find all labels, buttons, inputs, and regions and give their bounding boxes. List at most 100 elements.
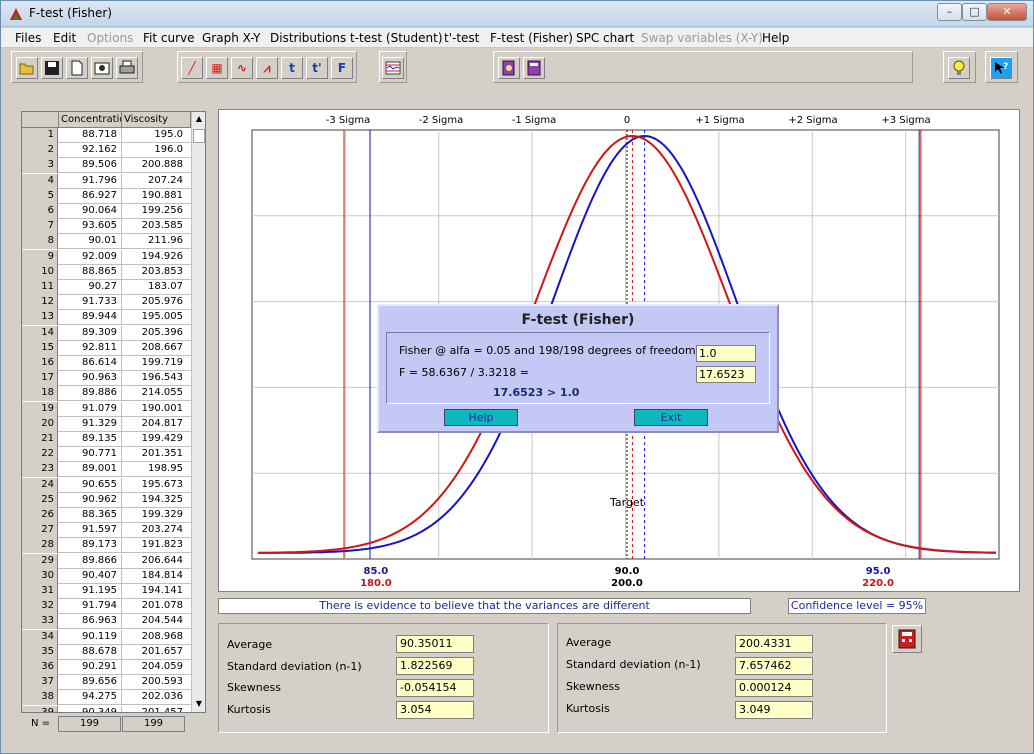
concentration-cell[interactable]: 88.718 — [59, 128, 122, 143]
table-row[interactable]: 11 90.27 183.07 — [22, 280, 192, 295]
table-row[interactable]: 18 89.886 214.055 — [22, 386, 192, 402]
concentration-cell[interactable]: 92.162 — [59, 143, 122, 159]
table-row[interactable]: 5 86.927 190.881 — [22, 188, 192, 204]
viscosity-cell[interactable]: 203.274 — [122, 523, 187, 538]
concentration-cell[interactable]: 90.27 — [59, 280, 122, 295]
concentration-cell[interactable]: 89.173 — [59, 538, 122, 554]
viscosity-cell[interactable]: 198.95 — [122, 462, 187, 477]
concentration-cell[interactable]: 91.597 — [59, 523, 122, 539]
viscosity-cell[interactable]: 196.543 — [122, 371, 187, 386]
viscosity-cell[interactable]: 199.719 — [122, 356, 187, 371]
menu-edit[interactable]: Edit — [53, 31, 76, 45]
concentration-cell[interactable]: 93.605 — [59, 219, 122, 235]
menu-spc-chart[interactable]: SPC chart — [576, 31, 634, 45]
viscosity-cell[interactable]: 196.0 — [122, 143, 187, 158]
table-row[interactable]: 4 91.796 207.24 — [22, 173, 192, 189]
table-row[interactable]: 6 90.064 199.256 — [22, 204, 192, 219]
viscosity-cell[interactable]: 201.657 — [122, 645, 187, 660]
stat-average-field[interactable]: 90.35011 — [396, 635, 474, 653]
table-row[interactable]: 24 90.655 195.673 — [22, 477, 192, 493]
viscosity-cell[interactable]: 201.457 — [122, 706, 187, 712]
concentration-cell[interactable]: 89.944 — [59, 310, 122, 326]
table-row[interactable]: 34 90.119 208.968 — [22, 629, 192, 645]
viscosity-cell[interactable]: 201.351 — [122, 447, 187, 462]
concentration-cell[interactable]: 91.079 — [59, 401, 122, 417]
table-row[interactable]: 32 91.794 201.078 — [22, 599, 192, 615]
save-image-button[interactable] — [91, 57, 113, 79]
table-row[interactable]: 19 91.079 190.001 — [22, 401, 192, 417]
viscosity-cell[interactable]: 207.24 — [122, 174, 187, 189]
fit-chart-button[interactable]: ∿ — [231, 57, 253, 79]
print-button[interactable] — [116, 57, 138, 79]
new-button[interactable] — [66, 57, 88, 79]
viscosity-cell[interactable]: 199.256 — [122, 204, 187, 219]
table-row[interactable]: 35 88.678 201.657 — [22, 644, 192, 660]
table-row[interactable]: 8 90.01 211.96 — [22, 234, 192, 250]
concentration-cell[interactable]: 88.865 — [59, 264, 122, 280]
viscosity-cell[interactable]: 191.823 — [122, 538, 187, 553]
viscosity-cell[interactable]: 183.07 — [122, 280, 187, 295]
save-button[interactable] — [41, 57, 63, 79]
minimize-button[interactable]: – — [937, 3, 962, 21]
concentration-cell[interactable]: 91.329 — [59, 416, 122, 432]
table-row[interactable]: 30 90.407 184.814 — [22, 568, 192, 584]
menu-help[interactable]: Help — [762, 31, 789, 45]
viscosity-cell[interactable]: 194.141 — [122, 584, 187, 599]
concentration-cell[interactable]: 89.001 — [59, 462, 122, 478]
f-ratio-value[interactable]: 17.6523 — [696, 366, 756, 383]
table-row[interactable]: 20 91.329 204.817 — [22, 416, 192, 432]
concentration-cell[interactable]: 89.309 — [59, 325, 122, 341]
viscosity-cell[interactable]: 205.396 — [122, 326, 187, 341]
viscosity-cell[interactable]: 211.96 — [122, 234, 187, 249]
table-row[interactable]: 28 89.173 191.823 — [22, 538, 192, 554]
viscosity-cell[interactable]: 201.078 — [122, 599, 187, 614]
stat-kurtosis-field[interactable]: 3.049 — [735, 701, 813, 719]
table-row[interactable]: 31 91.195 194.141 — [22, 584, 192, 599]
concentration-cell[interactable]: 91.796 — [59, 173, 122, 189]
context-help-button[interactable]: ? — [990, 57, 1012, 79]
concentration-cell[interactable]: 92.009 — [59, 249, 122, 265]
viscosity-cell[interactable]: 200.888 — [122, 158, 187, 173]
viscosity-cell[interactable]: 208.667 — [122, 341, 187, 356]
concentration-cell[interactable]: 90.655 — [59, 477, 122, 493]
calculator-button[interactable] — [523, 57, 545, 79]
table-row[interactable]: 15 92.811 208.667 — [22, 340, 192, 356]
open-button[interactable] — [16, 57, 38, 79]
viscosity-cell[interactable]: 199.429 — [122, 432, 187, 447]
stat-skewness-field[interactable]: -0.054154 — [396, 679, 474, 697]
concentration-cell[interactable]: 90.407 — [59, 568, 122, 584]
menu-t-test-student[interactable]: t-test (Student) — [350, 31, 443, 45]
stat-skewness-field[interactable]: 0.000124 — [735, 679, 813, 697]
distribution-button[interactable]: ⩘ — [256, 57, 278, 79]
concentration-cell[interactable]: 91.733 — [59, 295, 122, 311]
viscosity-cell[interactable]: 195.0 — [122, 128, 187, 143]
scroll-up-icon[interactable]: ▲ — [192, 112, 205, 126]
data-table[interactable]: Concentration Viscosity 188.718195.0292.… — [21, 111, 206, 713]
title-bar[interactable]: F-test (Fisher) – □ ✕ — [1, 1, 1033, 27]
menu-f-test-fisher[interactable]: F-test (Fisher) — [490, 31, 573, 45]
fisher-critical-value[interactable]: 1.0 — [696, 345, 756, 362]
calculator-search-button[interactable] — [498, 57, 520, 79]
column-header-concentration[interactable]: Concentration — [59, 112, 122, 128]
table-row[interactable]: 33 86.963 204.544 — [22, 614, 192, 630]
concentration-cell[interactable]: 90.064 — [59, 204, 122, 219]
viscosity-cell[interactable]: 203.853 — [122, 265, 187, 280]
table-row[interactable]: 17 90.963 196.543 — [22, 371, 192, 387]
menu-distributions[interactable]: Distributions — [270, 31, 346, 45]
calculator-button[interactable] — [892, 625, 922, 653]
table-row[interactable]: 38 94.275 202.036 — [22, 690, 192, 706]
table-row[interactable]: 27 91.597 203.274 — [22, 523, 192, 539]
concentration-cell[interactable]: 88.678 — [59, 644, 122, 660]
viscosity-cell[interactable]: 199.329 — [122, 508, 187, 523]
scroll-thumb[interactable] — [193, 129, 205, 143]
table-row[interactable]: 10 88.865 203.853 — [22, 264, 192, 280]
stat-stdev-field[interactable]: 1.822569 — [396, 657, 474, 675]
table-row[interactable]: 21 89.135 199.429 — [22, 432, 192, 447]
help-button[interactable]: Help — [444, 409, 518, 426]
table-row[interactable]: 2 92.162 196.0 — [22, 143, 192, 159]
stat-average-field[interactable]: 200.4331 — [735, 635, 813, 653]
maximize-button[interactable]: □ — [962, 3, 987, 21]
stat-kurtosis-field[interactable]: 3.054 — [396, 701, 474, 719]
viscosity-cell[interactable]: 206.644 — [122, 554, 187, 569]
concentration-cell[interactable]: 94.275 — [59, 690, 122, 706]
